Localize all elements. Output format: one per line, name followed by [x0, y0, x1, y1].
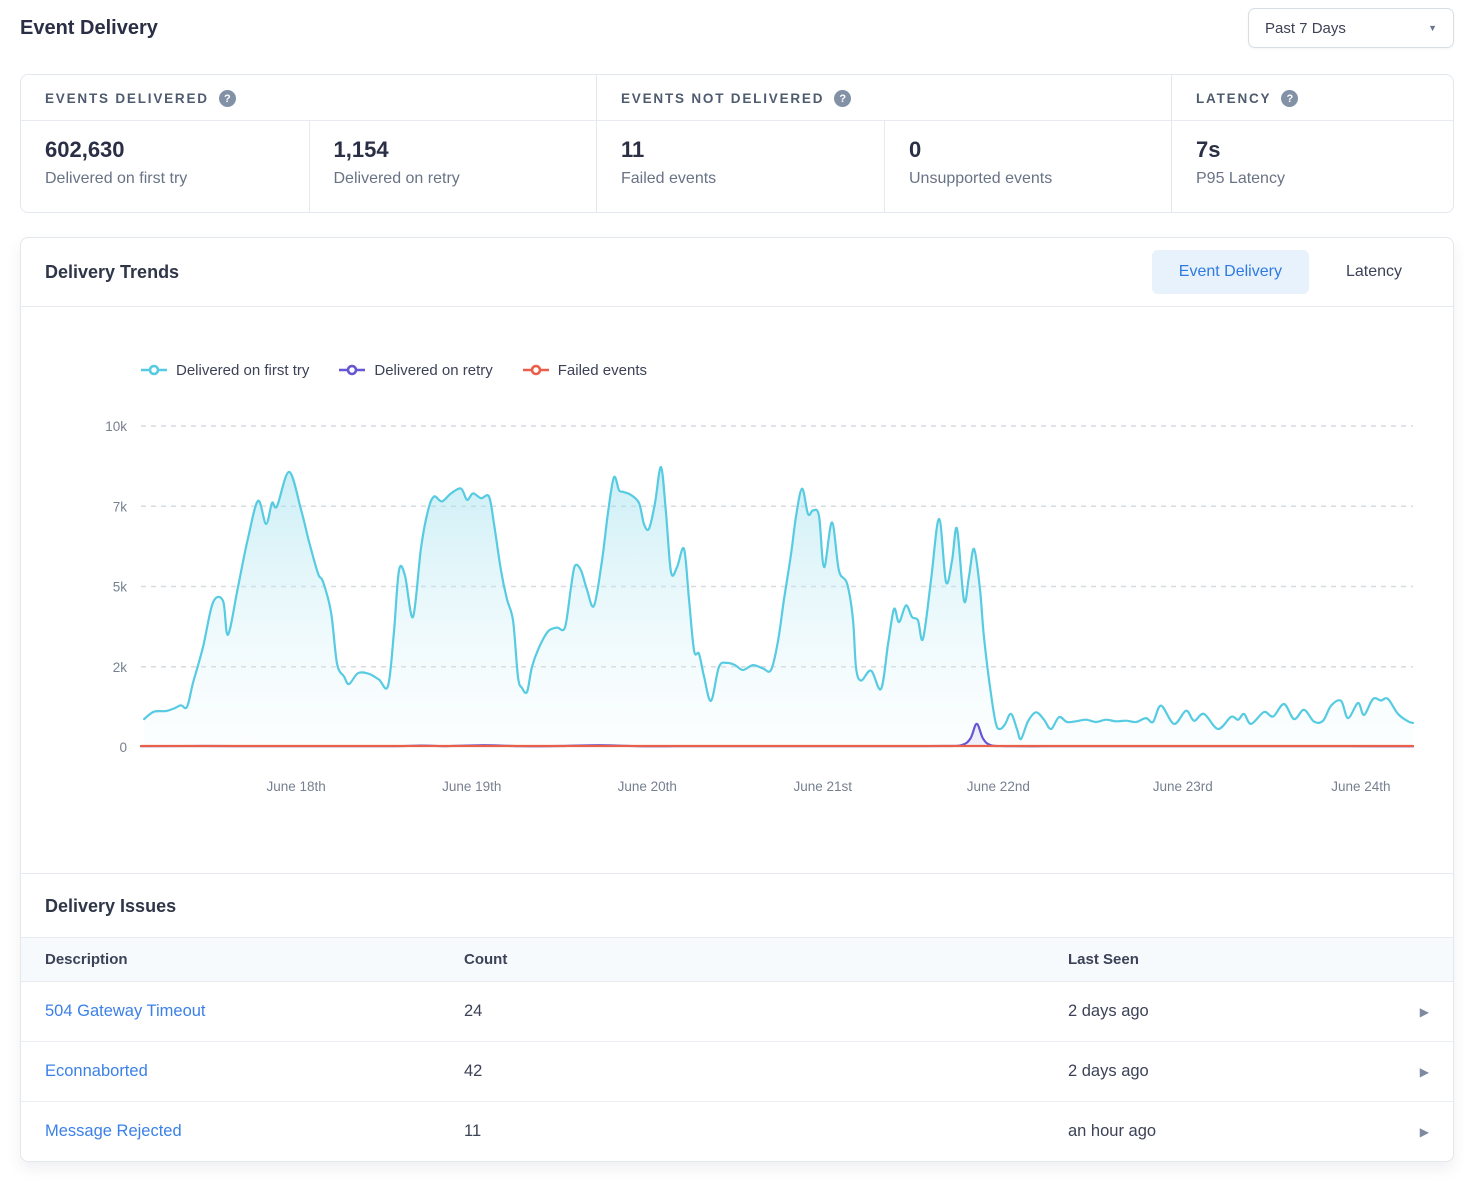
- delivery-trends-chart[interactable]: 0 2k 5k 7k 10k June 18th June 19th June 20th Jun…: [21, 393, 1453, 863]
- event-delivery-page: Event Delivery Past 7 Days ▼ EVENTS DELI…: [0, 0, 1474, 1162]
- legend-marker-icon: [339, 363, 365, 377]
- stat-cell-failed: 11 Failed events: [597, 121, 884, 212]
- chart-area[interactable]: 0 2k 5k 7k 10k June 18th June 19th June 20th Jun…: [21, 393, 1453, 873]
- svg-text:June 22nd: June 22nd: [967, 779, 1030, 794]
- table-row[interactable]: 504 Gateway Timeout 24 2 days ago ▶: [21, 982, 1453, 1042]
- help-icon[interactable]: ?: [219, 90, 236, 107]
- page-title: Event Delivery: [20, 17, 158, 40]
- stat-group-header: EVENTS NOT DELIVERED ?: [597, 75, 1171, 121]
- table-row[interactable]: Message Rejected 11 an hour ago ▶: [21, 1102, 1453, 1161]
- legend-item: Delivered on retry: [339, 362, 492, 379]
- svg-text:10k: 10k: [105, 419, 127, 434]
- stat-group-body: 7s P95 Latency: [1172, 121, 1453, 212]
- issues-table-header: Description Count Last Seen: [21, 937, 1453, 982]
- help-icon[interactable]: ?: [834, 90, 851, 107]
- stat-group-events-delivered: EVENTS DELIVERED ? 602,630 Delivered on …: [21, 75, 596, 212]
- top-bar: Event Delivery Past 7 Days ▼: [20, 0, 1454, 74]
- legend-marker-icon: [141, 363, 167, 377]
- stat-group-header: EVENTS DELIVERED ?: [21, 75, 596, 121]
- issue-last-seen: 2 days ago: [1068, 1002, 1381, 1021]
- stat-group-header: LATENCY ?: [1172, 75, 1453, 121]
- issue-count: 24: [464, 1002, 1068, 1021]
- legend-label: Failed events: [558, 362, 647, 379]
- issue-link[interactable]: 504 Gateway Timeout: [45, 1002, 464, 1021]
- trends-title: Delivery Trends: [45, 262, 179, 283]
- column-header-last-seen: Last Seen: [1068, 951, 1381, 968]
- legend-label: Delivered on first try: [176, 362, 309, 379]
- svg-text:0: 0: [119, 740, 127, 755]
- trends-tabs: Event Delivery Latency: [1152, 250, 1429, 294]
- chart-legend: Delivered on first try Delivered on retry…: [141, 359, 1453, 381]
- svg-text:June 21st: June 21st: [794, 779, 853, 794]
- stat-group-latency: LATENCY ? 7s P95 Latency: [1171, 75, 1453, 212]
- stat-value: 0: [909, 137, 1147, 163]
- svg-text:7k: 7k: [113, 499, 128, 514]
- svg-text:June 19th: June 19th: [442, 779, 501, 794]
- stat-cell-unsupported: 0 Unsupported events: [884, 121, 1171, 212]
- tab-event-delivery[interactable]: Event Delivery: [1152, 250, 1309, 294]
- svg-text:5k: 5k: [113, 580, 128, 595]
- delivery-trends-card: Delivery Trends Event Delivery Latency D…: [20, 237, 1454, 1162]
- issue-count: 11: [464, 1122, 1068, 1141]
- stat-cell-retry: 1,154 Delivered on retry: [309, 121, 597, 212]
- stat-cell-p95-latency: 7s P95 Latency: [1172, 121, 1453, 212]
- stat-value: 602,630: [45, 137, 285, 163]
- stat-group-body: 602,630 Delivered on first try 1,154 Del…: [21, 121, 596, 212]
- legend-item: Delivered on first try: [141, 362, 309, 379]
- help-icon[interactable]: ?: [1281, 90, 1298, 107]
- column-header-count: Count: [464, 951, 1068, 968]
- trends-header: Delivery Trends Event Delivery Latency: [21, 238, 1453, 307]
- stat-label: Delivered on first try: [45, 170, 285, 188]
- stat-value: 7s: [1196, 137, 1429, 163]
- svg-text:June 23rd: June 23rd: [1153, 779, 1213, 794]
- tab-latency[interactable]: Latency: [1319, 250, 1429, 294]
- chevron-right-icon[interactable]: ▶: [1420, 1005, 1429, 1019]
- stat-label: P95 Latency: [1196, 170, 1429, 188]
- svg-text:2k: 2k: [113, 660, 128, 675]
- date-range-selector[interactable]: Past 7 Days ▼: [1248, 8, 1454, 48]
- stat-value: 11: [621, 137, 860, 163]
- issue-link[interactable]: Econnaborted: [45, 1062, 464, 1081]
- legend-marker-icon: [523, 363, 549, 377]
- stat-group-title: LATENCY: [1196, 91, 1271, 106]
- stat-group-title: EVENTS DELIVERED: [45, 91, 209, 106]
- issue-link[interactable]: Message Rejected: [45, 1122, 464, 1141]
- stat-group-events-not-delivered: EVENTS NOT DELIVERED ? 11 Failed events …: [596, 75, 1171, 212]
- svg-text:June 18th: June 18th: [267, 779, 326, 794]
- legend-item: Failed events: [523, 362, 647, 379]
- delivery-issues-section: Delivery Issues Description Count Last S…: [21, 873, 1453, 1161]
- issue-last-seen: 2 days ago: [1068, 1062, 1381, 1081]
- legend-label: Delivered on retry: [374, 362, 492, 379]
- date-range-label: Past 7 Days: [1265, 20, 1346, 37]
- svg-text:June 24th: June 24th: [1331, 779, 1390, 794]
- stat-label: Failed events: [621, 170, 860, 188]
- column-header-description: Description: [45, 951, 464, 968]
- chevron-right-icon[interactable]: ▶: [1420, 1125, 1429, 1139]
- stat-label: Unsupported events: [909, 170, 1147, 188]
- svg-text:June 20th: June 20th: [618, 779, 677, 794]
- table-row[interactable]: Econnaborted 42 2 days ago ▶: [21, 1042, 1453, 1102]
- stat-label: Delivered on retry: [334, 170, 573, 188]
- chevron-down-icon: ▼: [1428, 23, 1437, 33]
- stat-group-title: EVENTS NOT DELIVERED: [621, 91, 824, 106]
- chevron-right-icon[interactable]: ▶: [1420, 1065, 1429, 1079]
- stat-cell-first-try: 602,630 Delivered on first try: [21, 121, 309, 212]
- issue-last-seen: an hour ago: [1068, 1122, 1381, 1141]
- stat-value: 1,154: [334, 137, 573, 163]
- issues-header: Delivery Issues: [21, 874, 1453, 937]
- issue-count: 42: [464, 1062, 1068, 1081]
- issues-title: Delivery Issues: [45, 896, 1429, 917]
- stats-summary-card: EVENTS DELIVERED ? 602,630 Delivered on …: [20, 74, 1454, 213]
- stat-group-body: 11 Failed events 0 Unsupported events: [597, 121, 1171, 212]
